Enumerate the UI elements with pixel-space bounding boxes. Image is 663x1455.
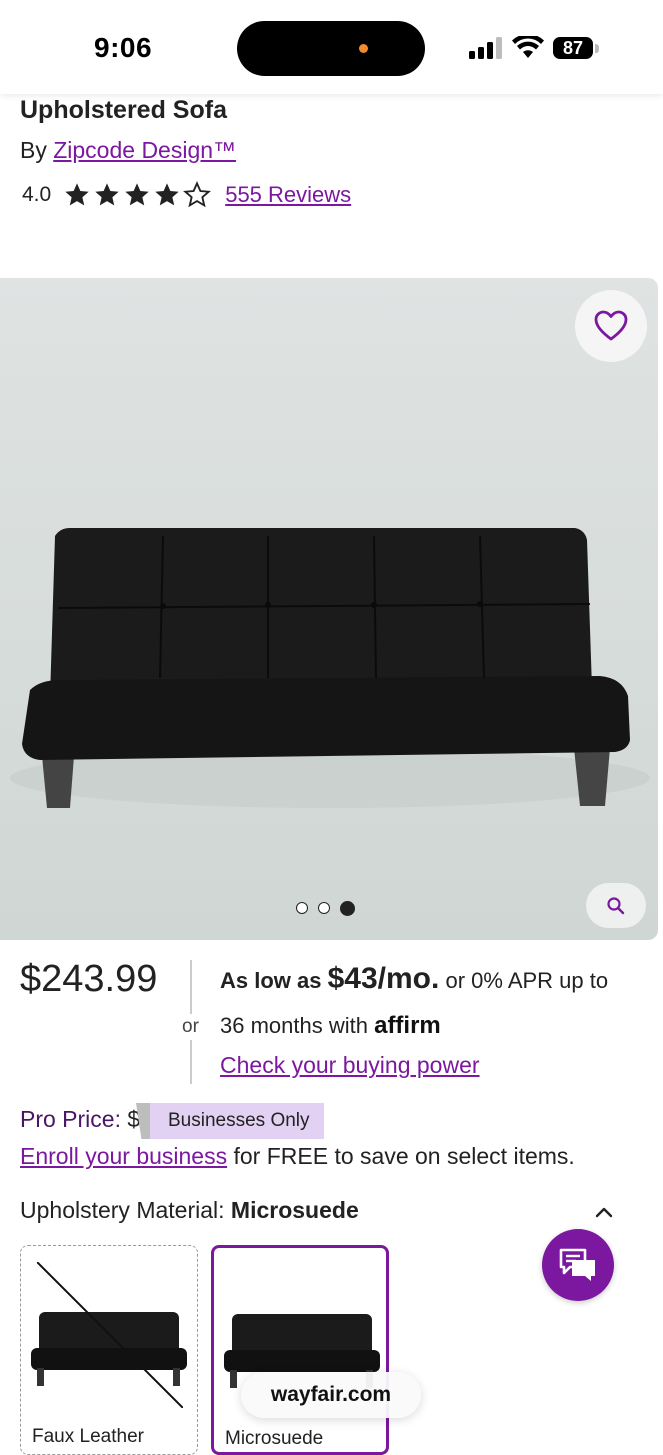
months-text: 36 months with <box>220 1013 368 1038</box>
star-icon <box>65 183 89 206</box>
as-low-as-label: As low as <box>220 968 322 993</box>
pro-price-label: Pro Price: <box>20 1106 121 1132</box>
star-rating <box>63 181 212 209</box>
financing-line-1: As low as $43/mo. or 0% APR up to <box>220 962 608 996</box>
status-bar: 9:06 87 <box>0 0 663 94</box>
star-icon <box>155 183 179 206</box>
rating-row: 4.0 555 Reviews <box>22 178 351 212</box>
search-icon <box>607 896 625 914</box>
rating-value: 4.0 <box>22 183 52 206</box>
carousel-dots <box>296 900 355 916</box>
carousel-dot[interactable] <box>296 902 308 914</box>
apr-text: or 0% APR up to <box>445 968 609 993</box>
island-indicator <box>359 44 368 53</box>
chat-button[interactable] <box>542 1229 614 1301</box>
star-outline-icon <box>183 181 212 208</box>
star-icon <box>125 183 149 206</box>
enroll-description: for FREE to save on select items. <box>233 1143 575 1169</box>
carousel-dot[interactable] <box>318 902 330 914</box>
businesses-only-badge: Businesses Only <box>150 1103 324 1139</box>
brand-link[interactable]: Zipcode Design™ <box>53 137 236 163</box>
zoom-button[interactable] <box>586 883 646 928</box>
monthly-price: $43/mo. <box>327 962 440 995</box>
enroll-row: Enroll your business for FREE to save on… <box>20 1143 575 1170</box>
swatch-label: Microsuede <box>225 1428 324 1449</box>
chat-icon <box>559 1248 595 1281</box>
option-label: Upholstery Material: <box>20 1197 225 1223</box>
cellular-signal-icon <box>469 37 502 59</box>
status-time: 9:06 <box>94 32 153 63</box>
financing-line-2: 36 months with affirm <box>220 1012 441 1040</box>
favorite-button[interactable] <box>575 290 647 362</box>
swatch-label: Faux Leather <box>32 1426 144 1447</box>
battery-tip <box>595 44 599 53</box>
product-image-sofa <box>10 528 650 808</box>
product-byline: By Zipcode Design™ <box>20 137 236 164</box>
unavailable-strike <box>37 1262 183 1408</box>
option-selected: Microsuede <box>230 1197 359 1223</box>
product-image-carousel[interactable] <box>0 278 658 940</box>
pro-price-row: Pro Price: $ <box>20 1106 140 1133</box>
heart-icon <box>594 310 628 341</box>
dynamic-island <box>237 21 425 76</box>
reviews-link[interactable]: 555 Reviews <box>225 182 351 208</box>
browser-url-bar[interactable]: wayfair.com <box>241 1372 421 1418</box>
byline-prefix: By <box>20 137 47 163</box>
or-separator: or <box>182 1014 199 1040</box>
chevron-up-icon[interactable] <box>592 1200 616 1224</box>
enroll-business-link[interactable]: Enroll your business <box>20 1143 227 1169</box>
carousel-dot-active[interactable] <box>340 900 355 916</box>
sale-price: $243.99 <box>20 958 158 1000</box>
swatch-faux-leather[interactable]: Faux Leather <box>20 1245 198 1455</box>
upholstery-material-header[interactable]: Upholstery Material: Microsuede <box>20 1197 359 1224</box>
affirm-logo: affirm <box>374 1012 441 1039</box>
product-title: Upholstered Sofa <box>20 96 227 124</box>
swatch-microsuede[interactable]: Microsuede <box>211 1245 389 1455</box>
battery-level: 87 <box>553 37 593 59</box>
buying-power-link[interactable]: Check your buying power <box>220 1052 480 1079</box>
wifi-icon <box>512 36 544 58</box>
star-icon <box>95 183 119 206</box>
